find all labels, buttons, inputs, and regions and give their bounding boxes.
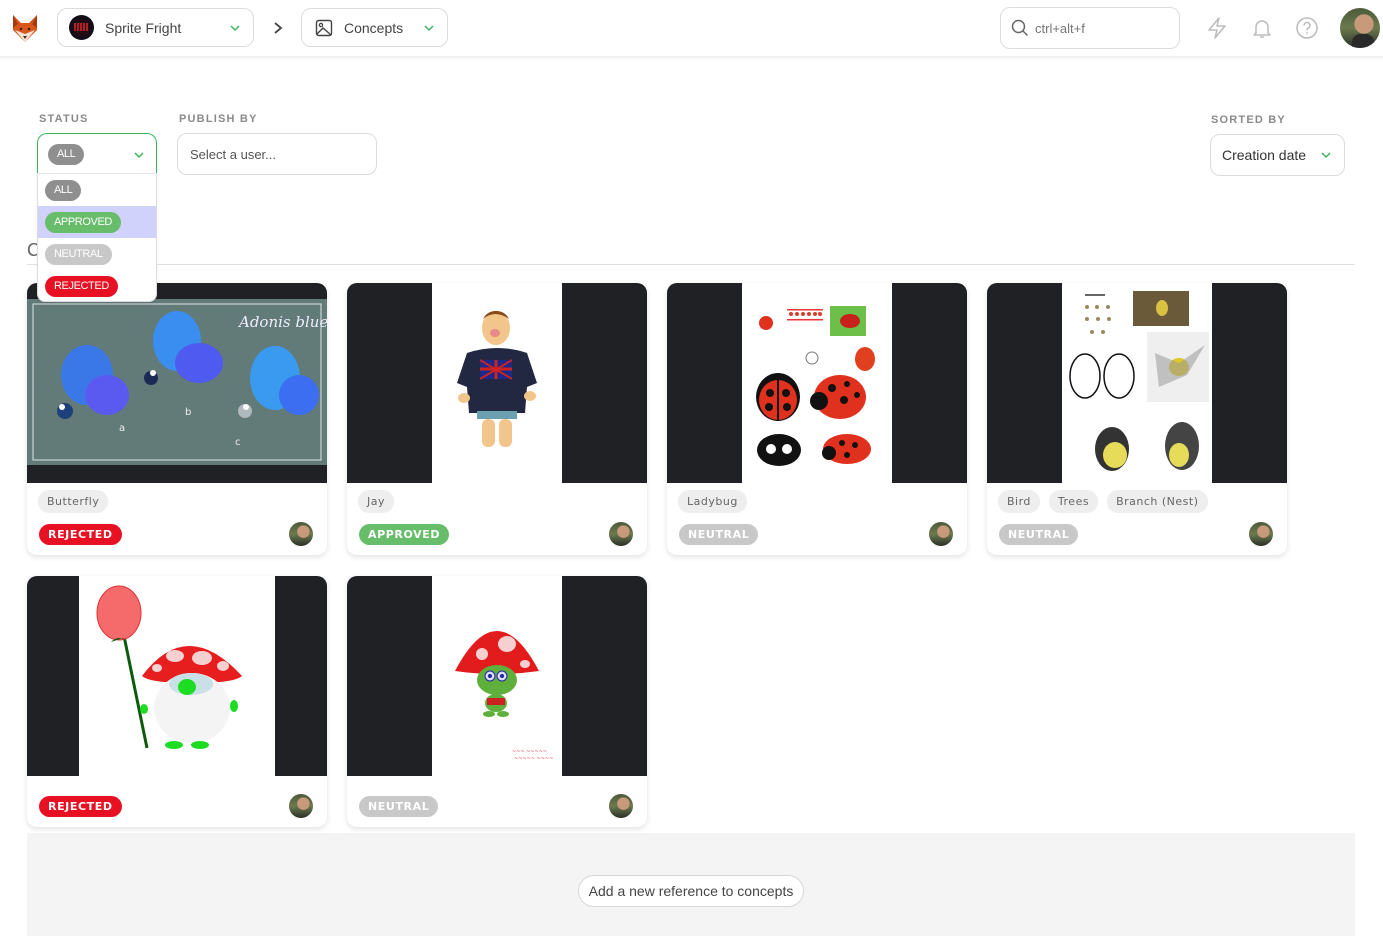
sort-value: Creation date bbox=[1222, 147, 1307, 163]
concept-card[interactable]: ~~~ ~~~~~ ~~~~~ ~~~~ NEUTRAL bbox=[347, 576, 647, 827]
mushroom-gnome-image bbox=[96, 585, 242, 749]
concept-thumbnail: Adonis blue a b c bbox=[27, 283, 327, 483]
author-avatar bbox=[929, 522, 953, 546]
concept-thumbnail bbox=[667, 283, 967, 483]
status-pill: REJECTED bbox=[45, 275, 118, 297]
section-divider bbox=[27, 264, 1355, 265]
tag[interactable]: Butterfly bbox=[38, 490, 109, 513]
status-badge: NEUTRAL bbox=[359, 796, 439, 817]
tag-list: Jay bbox=[358, 490, 394, 513]
production-thumbnail bbox=[69, 15, 94, 40]
status-badge: REJECTED bbox=[39, 524, 122, 545]
concept-thumbnail bbox=[347, 283, 647, 483]
chevron-down-icon bbox=[230, 24, 240, 31]
tag[interactable]: Bird bbox=[998, 490, 1040, 513]
concept-card[interactable]: Bird Trees Branch (Nest) NEUTRAL bbox=[987, 283, 1287, 555]
section-selector[interactable]: Concepts bbox=[301, 8, 448, 47]
status-badge: NEUTRAL bbox=[679, 524, 759, 545]
publish-by-label: PUBLISH BY bbox=[179, 113, 258, 125]
svg-text:c: c bbox=[235, 437, 241, 448]
user-avatar[interactable] bbox=[1340, 8, 1380, 48]
section-name: Concepts bbox=[344, 19, 404, 36]
author-avatar bbox=[609, 522, 633, 546]
chevron-down-icon bbox=[424, 24, 434, 31]
status-pill: NEUTRAL bbox=[45, 243, 112, 265]
top-bar: Sprite Fright Concepts bbox=[0, 0, 1383, 58]
author-avatar bbox=[1249, 522, 1273, 546]
status-pill: ALL bbox=[45, 179, 82, 201]
concept-card[interactable]: Adonis blue a b c Butterfly REJECTED bbox=[27, 283, 327, 555]
status-option-approved[interactable]: APPROVED bbox=[38, 206, 156, 238]
tag[interactable]: Ladybug bbox=[678, 490, 747, 513]
status-filter-select[interactable]: ALL bbox=[37, 133, 157, 174]
sorted-by-label: SORTED BY bbox=[1211, 114, 1286, 126]
help-icon[interactable] bbox=[1295, 16, 1319, 40]
bell-icon[interactable] bbox=[1250, 16, 1274, 40]
status-selected-pill: ALL bbox=[48, 143, 85, 165]
status-pill: APPROVED bbox=[45, 211, 121, 233]
concept-thumbnail: ~~~ ~~~~~ ~~~~~ ~~~~ bbox=[347, 576, 647, 776]
status-option-neutral[interactable]: NEUTRAL bbox=[38, 238, 156, 270]
sort-select[interactable]: Creation date bbox=[1210, 134, 1345, 176]
status-badge: APPROVED bbox=[359, 524, 450, 545]
add-reference-area: Add a new reference to concepts bbox=[27, 833, 1355, 936]
concept-card[interactable]: REJECTED bbox=[27, 576, 327, 827]
status-dropdown-menu: ALL APPROVED NEUTRAL REJECTED bbox=[37, 173, 157, 302]
status-option-rejected[interactable]: REJECTED bbox=[38, 270, 156, 302]
status-option-all[interactable]: ALL bbox=[38, 174, 156, 206]
svg-text:Adonis blue: Adonis blue bbox=[237, 313, 327, 331]
tag-list: Ladybug bbox=[678, 490, 747, 513]
butterfly-concept-image: Adonis blue a b c bbox=[27, 299, 327, 465]
production-selector[interactable]: Sprite Fright bbox=[57, 8, 254, 47]
svg-text:~~~~~ ~~~~: ~~~~~ ~~~~ bbox=[514, 756, 553, 762]
author-avatar bbox=[289, 522, 313, 546]
search-icon bbox=[1011, 19, 1029, 37]
svg-text:~~~ ~~~~~: ~~~ ~~~~~ bbox=[512, 749, 547, 755]
concept-card[interactable]: Ladybug NEUTRAL bbox=[667, 283, 967, 555]
concept-card[interactable]: Jay APPROVED bbox=[347, 283, 647, 555]
bird-concept-image bbox=[1069, 291, 1209, 471]
status-filter-label: STATUS bbox=[39, 113, 89, 125]
mushroom-creature-image: ~~~ ~~~~~ ~~~~~ ~~~~ bbox=[455, 631, 553, 762]
svg-text:b: b bbox=[185, 407, 191, 418]
kitsu-fox-logo[interactable] bbox=[10, 12, 40, 44]
status-badge: NEUTRAL bbox=[999, 524, 1079, 545]
search-input[interactable] bbox=[1035, 20, 1165, 36]
concept-thumbnail bbox=[987, 283, 1287, 483]
svg-text:a: a bbox=[119, 423, 125, 434]
status-badge: REJECTED bbox=[39, 796, 122, 817]
author-avatar bbox=[609, 794, 633, 818]
image-icon bbox=[315, 19, 333, 36]
publish-by-input[interactable] bbox=[177, 133, 377, 175]
tag[interactable]: Trees bbox=[1048, 490, 1099, 513]
production-name: Sprite Fright bbox=[105, 19, 182, 36]
jay-character-image bbox=[457, 311, 537, 447]
chevron-down-icon bbox=[134, 152, 144, 159]
author-avatar bbox=[289, 794, 313, 818]
tag[interactable]: Jay bbox=[358, 490, 394, 513]
tag[interactable]: Branch (Nest) bbox=[1107, 490, 1208, 513]
add-reference-button[interactable]: Add a new reference to concepts bbox=[578, 875, 804, 907]
chevron-right-icon bbox=[274, 22, 283, 34]
concept-thumbnail bbox=[27, 576, 327, 776]
tag-list: Bird Trees Branch (Nest) bbox=[998, 490, 1208, 513]
ladybug-concept-image bbox=[756, 306, 875, 466]
tag-list: Butterfly bbox=[38, 490, 109, 513]
chevron-down-icon bbox=[1321, 152, 1331, 159]
lightning-icon[interactable] bbox=[1205, 16, 1229, 40]
search-box[interactable] bbox=[1000, 7, 1180, 49]
